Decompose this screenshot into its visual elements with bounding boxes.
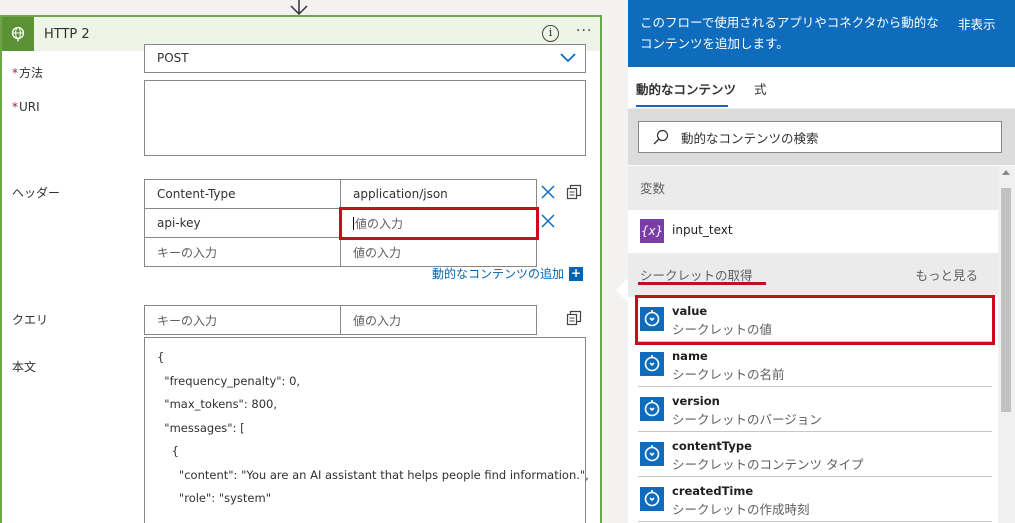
key-vault-icon xyxy=(640,352,664,376)
panel-description: このフローで使用されるアプリやコネクタから動的なコンテンツを追加します。 xyxy=(640,15,939,51)
method-value: POST xyxy=(157,51,189,65)
item-name: value xyxy=(672,304,708,318)
key-vault-icon xyxy=(640,397,664,421)
header-key-input[interactable]: キーの入力 xyxy=(144,237,341,267)
query-label: クエリ xyxy=(12,313,49,327)
active-tab-indicator xyxy=(636,105,728,107)
search-icon xyxy=(653,129,669,145)
uri-input[interactable] xyxy=(144,80,586,156)
method-label: *方法 xyxy=(12,66,44,80)
body-line: "messages": [ xyxy=(157,420,245,435)
variable-icon: {x} xyxy=(640,219,664,243)
dynamic-content-search-input[interactable]: 動的なコンテンツの検索 xyxy=(638,121,1002,153)
switch-to-text-mode-icon[interactable] xyxy=(566,184,582,200)
add-dynamic-content-link[interactable]: 動的なコンテンツの追加 + xyxy=(432,265,584,282)
body-line: "frequency_penalty": 0, xyxy=(157,373,301,388)
table-row: api-key 値の入力 xyxy=(144,206,539,240)
panel-tabs: 動的なコンテンツ 式 xyxy=(628,67,1015,109)
body-line: "max_tokens": 800, xyxy=(157,397,277,411)
dynamic-content-panel: このフローで使用されるアプリやコネクタから動的なコンテンツを追加します。 非表示… xyxy=(628,0,1015,523)
table-row: キーの入力 値の入力 xyxy=(144,237,537,267)
see-more-link[interactable]: もっと見る xyxy=(915,265,978,284)
item-description: シークレットの値 xyxy=(672,322,773,337)
key-vault-icon xyxy=(640,487,664,511)
query-value-input[interactable]: 値の入力 xyxy=(340,305,537,335)
header-value-input-focused[interactable]: 値の入力 xyxy=(338,206,539,240)
delete-header-icon[interactable] xyxy=(541,185,555,199)
search-area: 動的なコンテンツの検索 xyxy=(628,109,1015,165)
highlight-underline xyxy=(638,282,766,285)
list-item-input-text[interactable]: {x} input_text xyxy=(638,210,992,254)
key-vault-icon xyxy=(640,307,664,331)
tab-expression[interactable]: 式 xyxy=(754,79,767,98)
text-caret xyxy=(353,216,354,230)
list-item-value[interactable]: value シークレットの値 xyxy=(635,295,995,345)
tab-dynamic-content[interactable]: 動的なコンテンツ xyxy=(636,79,736,98)
table-row: キーの入力 値の入力 xyxy=(144,305,537,335)
list-item-content-type[interactable]: contentType シークレットのコンテンツ タイプ xyxy=(638,433,992,477)
item-description: シークレットのバージョン xyxy=(672,412,822,427)
uri-label: *URI xyxy=(12,100,40,114)
method-dropdown[interactable]: POST xyxy=(144,44,586,73)
body-line: "role": "system" xyxy=(157,491,271,505)
scrollbar-thumb[interactable] xyxy=(1001,188,1011,412)
connector-arrow-icon xyxy=(290,0,308,16)
item-name: createdTime xyxy=(672,484,754,498)
body-line: { xyxy=(157,444,179,458)
plus-icon: + xyxy=(569,265,584,281)
item-name: version xyxy=(672,394,720,408)
info-icon[interactable]: i xyxy=(542,25,559,42)
list-item-version[interactable]: version シークレットのバージョン xyxy=(638,388,992,432)
list-item-created-time[interactable]: createdTime シークレットの作成時刻 xyxy=(638,478,992,522)
list-item-name[interactable]: name シークレットの名前 xyxy=(638,343,992,387)
item-name: contentType xyxy=(672,439,752,453)
body-line: "content": "You are an AI assistant that… xyxy=(157,467,589,482)
header-key-input[interactable]: api-key xyxy=(144,208,341,238)
http-globe-icon xyxy=(2,17,34,51)
search-placeholder: 動的なコンテンツの検索 xyxy=(681,130,819,146)
chevron-down-icon xyxy=(560,53,576,63)
headers-table: Content-Type application/json api-key 値の… xyxy=(144,179,539,267)
card-title[interactable]: HTTP 2 xyxy=(44,27,90,42)
item-description: シークレットの作成時刻 xyxy=(672,502,810,517)
query-table: キーの入力 値の入力 xyxy=(144,305,537,335)
panel-pointer xyxy=(616,278,628,302)
key-vault-icon xyxy=(640,442,664,466)
body-label: 本文 xyxy=(12,360,37,374)
more-options-button[interactable]: ··· xyxy=(576,23,592,39)
scroll-up-arrow-icon[interactable] xyxy=(1002,170,1010,175)
query-key-input[interactable]: キーの入力 xyxy=(144,305,341,335)
hide-panel-button[interactable]: 非表示 xyxy=(958,14,996,33)
body-editor[interactable]: { "frequency_penalty": 0, "max_tokens": … xyxy=(144,337,589,523)
headers-label: ヘッダー xyxy=(12,186,61,200)
header-value-input[interactable]: 値の入力 xyxy=(340,237,537,267)
header-key-input[interactable]: Content-Type xyxy=(144,179,341,209)
item-description: シークレットのコンテンツ タイプ xyxy=(672,457,864,472)
item-name: name xyxy=(672,349,708,363)
delete-header-icon[interactable] xyxy=(541,214,555,228)
body-line: { xyxy=(157,350,165,364)
section-variables: 変数 xyxy=(628,166,998,210)
table-row: Content-Type application/json xyxy=(144,179,537,209)
switch-to-text-mode-icon[interactable] xyxy=(566,310,582,326)
panel-scrollbar[interactable] xyxy=(998,166,1015,523)
header-value-input[interactable]: application/json xyxy=(340,179,537,209)
panel-header: このフローで使用されるアプリやコネクタから動的なコンテンツを追加します。 非表示 xyxy=(628,0,1015,67)
item-name: input_text xyxy=(672,223,733,237)
item-description: シークレットの名前 xyxy=(672,367,785,382)
section-get-secret: シークレットの取得 もっと見る xyxy=(628,253,998,297)
